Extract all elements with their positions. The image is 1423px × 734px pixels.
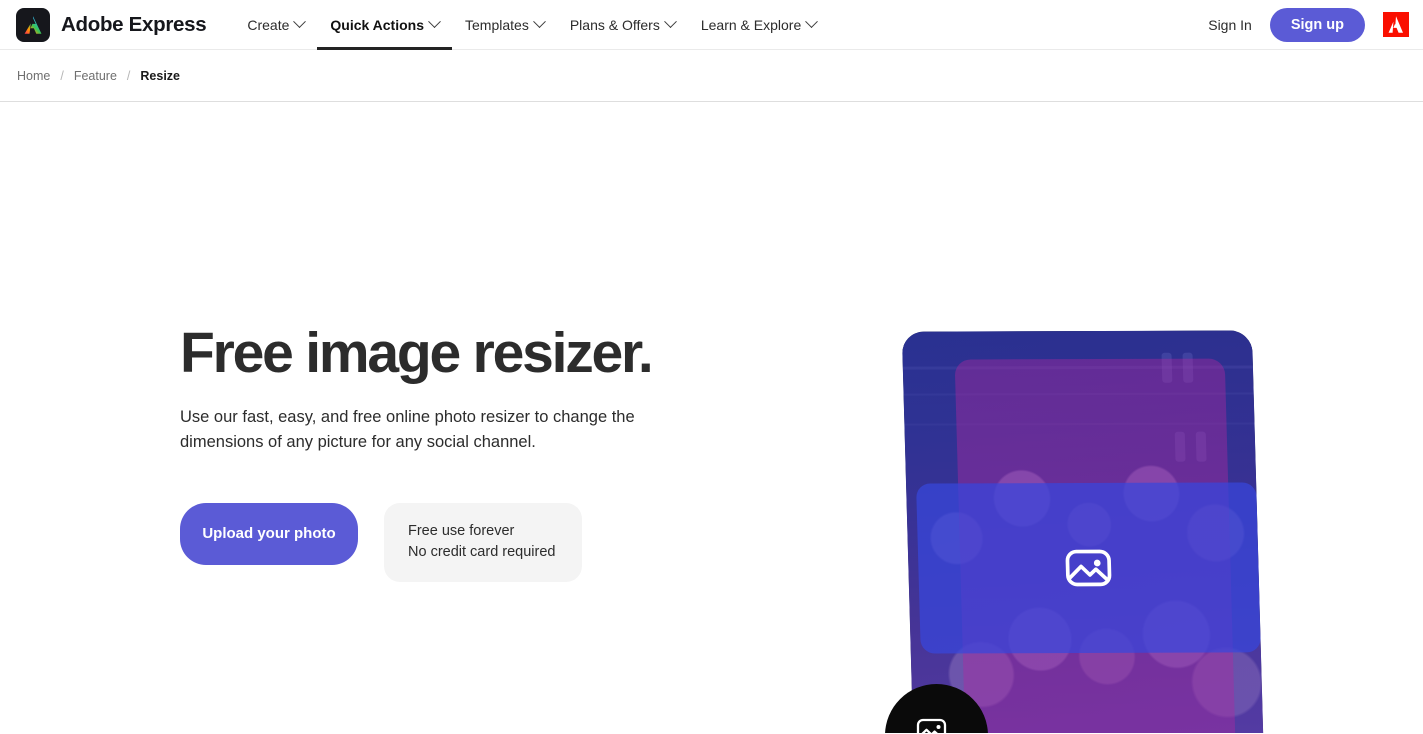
hero-copy: Free image resizer. Use our fast, easy, …	[180, 324, 740, 582]
nav-label: Quick Actions	[330, 16, 425, 33]
chevron-down-icon	[293, 15, 307, 29]
breadcrumb-item-resize: Resize	[140, 68, 181, 83]
blue-crop-overlay	[916, 482, 1261, 654]
header-actions: Sign In Sign up	[1208, 7, 1409, 42]
nav-item-quick-actions[interactable]: Quick Actions	[317, 0, 452, 50]
hero-subtitle: Use our fast, easy, and free online phot…	[180, 408, 635, 451]
image-placeholder-icon	[1062, 542, 1115, 594]
upload-your-photo-button[interactable]: Upload your photo	[180, 502, 358, 565]
site-header: Adobe Express Create Quick Actions Templ…	[0, 0, 1423, 50]
chevron-down-icon	[532, 15, 546, 29]
page-title: Free image resizer.	[180, 321, 654, 385]
brand-name: Adobe Express	[61, 12, 207, 36]
adobe-express-logo-icon	[16, 7, 50, 42]
nav-label: Learn & Explore	[700, 16, 802, 33]
chevron-down-icon	[663, 15, 677, 29]
nav-item-plans-offers[interactable]: Plans & Offers	[557, 0, 688, 50]
promo-box: Free use forever No credit card required	[384, 502, 582, 582]
breadcrumb: Home / Feature / Resize	[0, 50, 1423, 102]
breadcrumb-item-home[interactable]: Home	[17, 69, 50, 83]
nav-item-templates[interactable]: Templates	[452, 0, 557, 50]
sign-in-link[interactable]: Sign In	[1208, 17, 1252, 33]
nav-item-create[interactable]: Create	[234, 0, 317, 50]
adobe-logo-icon[interactable]	[1383, 12, 1409, 37]
nav-label: Templates	[465, 16, 529, 33]
nav-item-learn-explore[interactable]: Learn & Explore	[688, 0, 829, 50]
breadcrumb-separator: /	[126, 68, 131, 83]
resize-image-icon	[915, 716, 959, 733]
main-navigation: Create Quick Actions Templates Plans & O…	[234, 0, 829, 50]
nav-label: Plans & Offers	[569, 16, 660, 33]
hero-section: Free image resizer. Use our fast, easy, …	[0, 102, 1423, 733]
sign-up-button[interactable]: Sign up	[1269, 7, 1365, 42]
promo-line-no-credit-card: No credit card required	[408, 544, 556, 561]
breadcrumb-item-feature[interactable]: Feature	[74, 69, 117, 83]
hero-actions: Upload your photo Free use forever No cr…	[180, 502, 740, 582]
nav-label: Create	[247, 16, 290, 33]
hero-illustration	[880, 314, 1300, 733]
brand-logo[interactable]: Adobe Express	[16, 0, 207, 50]
illustration-photo-card	[901, 330, 1265, 733]
chevron-down-icon	[428, 15, 441, 29]
promo-line-free-use: Free use forever	[408, 522, 515, 539]
chevron-down-icon	[805, 15, 819, 29]
breadcrumb-separator: /	[60, 68, 64, 83]
